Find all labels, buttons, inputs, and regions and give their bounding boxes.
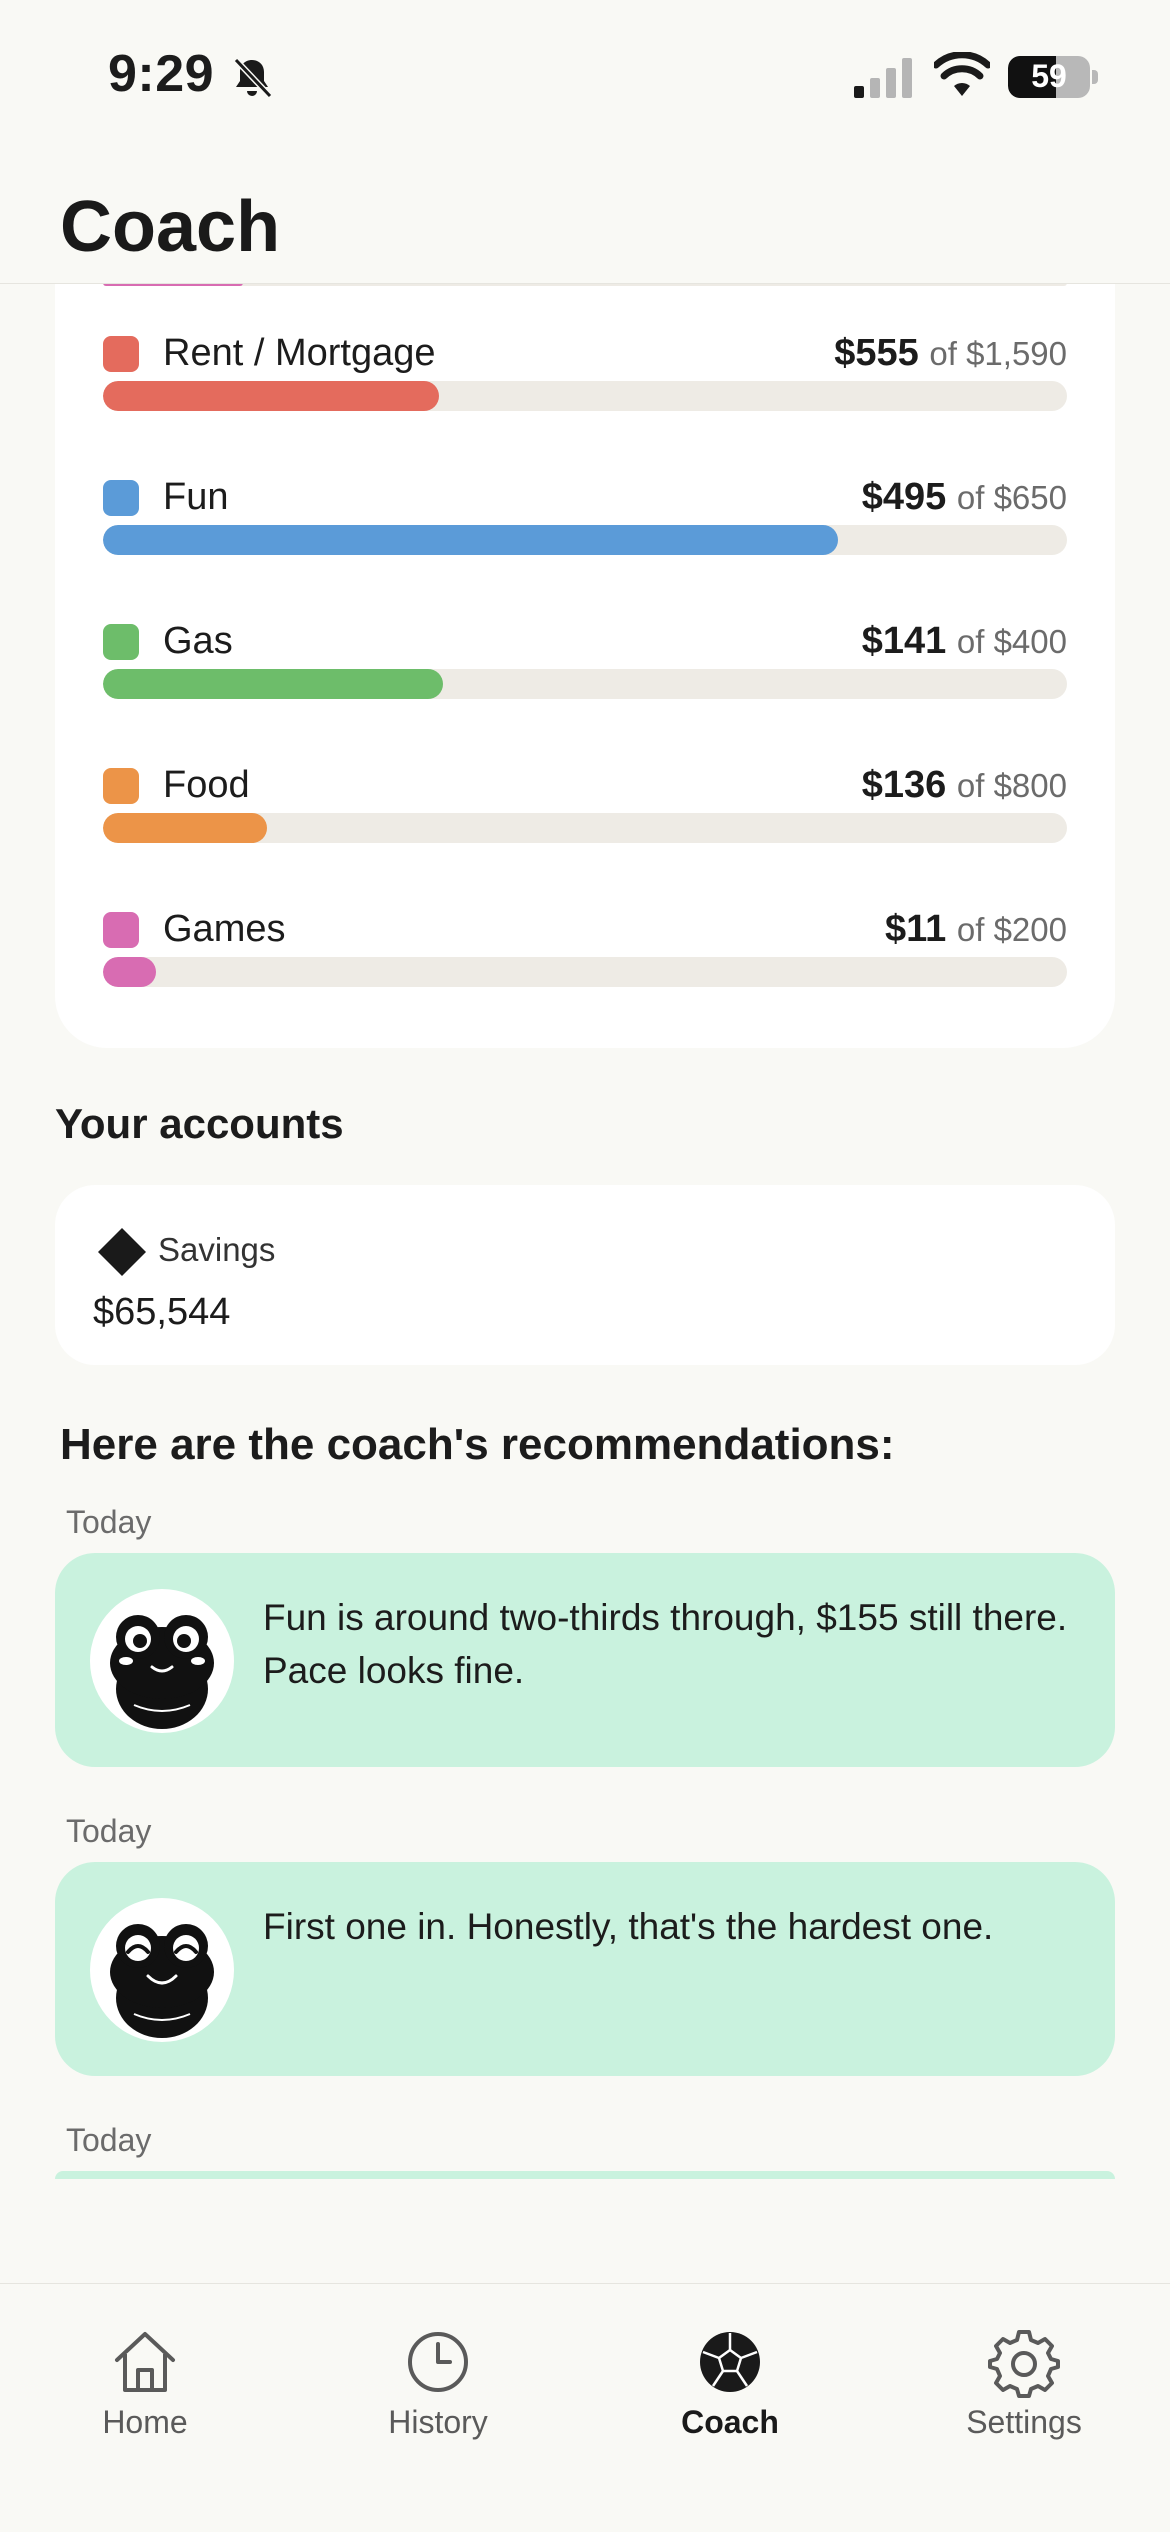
diamond-icon [98,1228,146,1276]
budget-progress-fill [103,381,440,411]
category-name: Food [163,764,250,806]
gear-icon [988,2330,1060,2398]
recommendation-date: Today [66,1504,152,1540]
page-title: Coach [60,187,281,267]
category-name: Rent / Mortgage [163,332,436,374]
budget-row-food[interactable]: Food $136 of $800 [103,764,1067,878]
recommendation-date: Today [66,1813,152,1849]
tab-label: Home [102,2404,188,2440]
recommendation-text: Fun is around two-thirds through, $155 s… [263,1597,1068,1691]
tab-coach[interactable]: Coach [630,2304,830,2444]
category-name: Fun [163,476,229,518]
spent-amount: $495 [861,476,947,518]
tab-label: History [388,2404,488,2440]
category-name: Games [163,908,286,950]
account-name: Savings [158,1231,276,1268]
budget-progress-fill [103,669,444,699]
account-card-savings[interactable]: Savings $65,544 [55,1185,1115,1365]
battery-nub [1092,70,1098,84]
category-color-dot [103,912,139,948]
coach-ball-icon [700,2332,760,2392]
recommendations-title: Here are the coach's recommendations: [60,1420,895,1469]
battery-level: 59 [1031,58,1067,94]
category-amount: $141 of $400 [862,620,1067,663]
spent-amount: $141 [861,620,947,662]
budget-row-rent[interactable]: Rent / Mortgage $555 of $1,590 [103,332,1067,446]
budget-limit: of $200 [956,911,1067,948]
budget-row-games[interactable]: Games $11 of $200 [103,908,1067,1022]
recommendation-card-partial[interactable] [55,2171,1115,2179]
category-color-dot [103,480,139,516]
spent-amount: $11 [885,908,947,950]
accounts-section-title: Your accounts [55,1100,344,1147]
recommendation-card[interactable]: Fun is around two-thirds through, $155 s… [55,1553,1115,1767]
tab-history[interactable]: History [338,2304,538,2444]
budget-card: Rent / Mortgage $555 of $1,590 Fun $495 … [55,200,1115,1048]
budget-row-gas[interactable]: Gas $141 of $400 [103,620,1067,734]
battery-icon: 59 [1008,56,1090,98]
bell-slash-icon [233,57,273,99]
clock-icon [408,2332,468,2392]
budget-progress-fill [103,813,267,843]
recommendation-date: Today [66,2122,152,2158]
spent-amount: $136 [861,764,947,806]
recommendation-text: First one in. Honestly, that's the harde… [263,1906,994,1947]
category-color-dot [103,768,139,804]
budget-limit: of $800 [956,767,1067,804]
account-balance: $65,544 [93,1291,231,1333]
status-bar: 9:29 59 [0,0,1170,150]
tab-label: Coach [681,2404,779,2440]
frog-avatar-icon [90,1589,234,1733]
budget-progress-bar [103,669,1067,699]
tab-label: Settings [966,2404,1082,2440]
tab-settings[interactable]: Settings [924,2304,1124,2444]
budget-limit: of $400 [956,623,1067,660]
budget-limit: of $1,590 [929,335,1067,372]
category-amount: $11 of $200 [885,908,1067,951]
status-time: 9:29 [108,45,215,103]
tab-home[interactable]: Home [45,2304,245,2444]
budget-progress-bar [103,813,1067,843]
category-color-dot [103,624,139,660]
spent-amount: $555 [834,332,919,374]
budget-progress-fill [103,525,838,555]
budget-progress-fill [103,957,157,987]
recommendation-card[interactable]: First one in. Honestly, that's the harde… [55,1862,1115,2076]
tab-bar: Home History Coach Settings [0,2283,1170,2532]
category-amount: $495 of $650 [862,476,1067,519]
budget-progress-bar [103,525,1067,555]
budget-progress-bar [103,381,1067,411]
signal-icon [854,58,912,98]
budget-limit: of $650 [956,479,1067,516]
house-icon [115,2332,175,2392]
category-amount: $555 of $1,590 [834,332,1067,375]
wifi-icon [934,52,990,96]
page-header: Coach [0,150,1170,284]
category-name: Gas [163,620,233,662]
budget-row-fun[interactable]: Fun $495 of $650 [103,476,1067,590]
category-amount: $136 of $800 [862,764,1067,807]
frog-avatar-happy-icon [90,1898,234,2042]
category-color-dot [103,336,139,372]
budget-progress-bar [103,957,1067,987]
